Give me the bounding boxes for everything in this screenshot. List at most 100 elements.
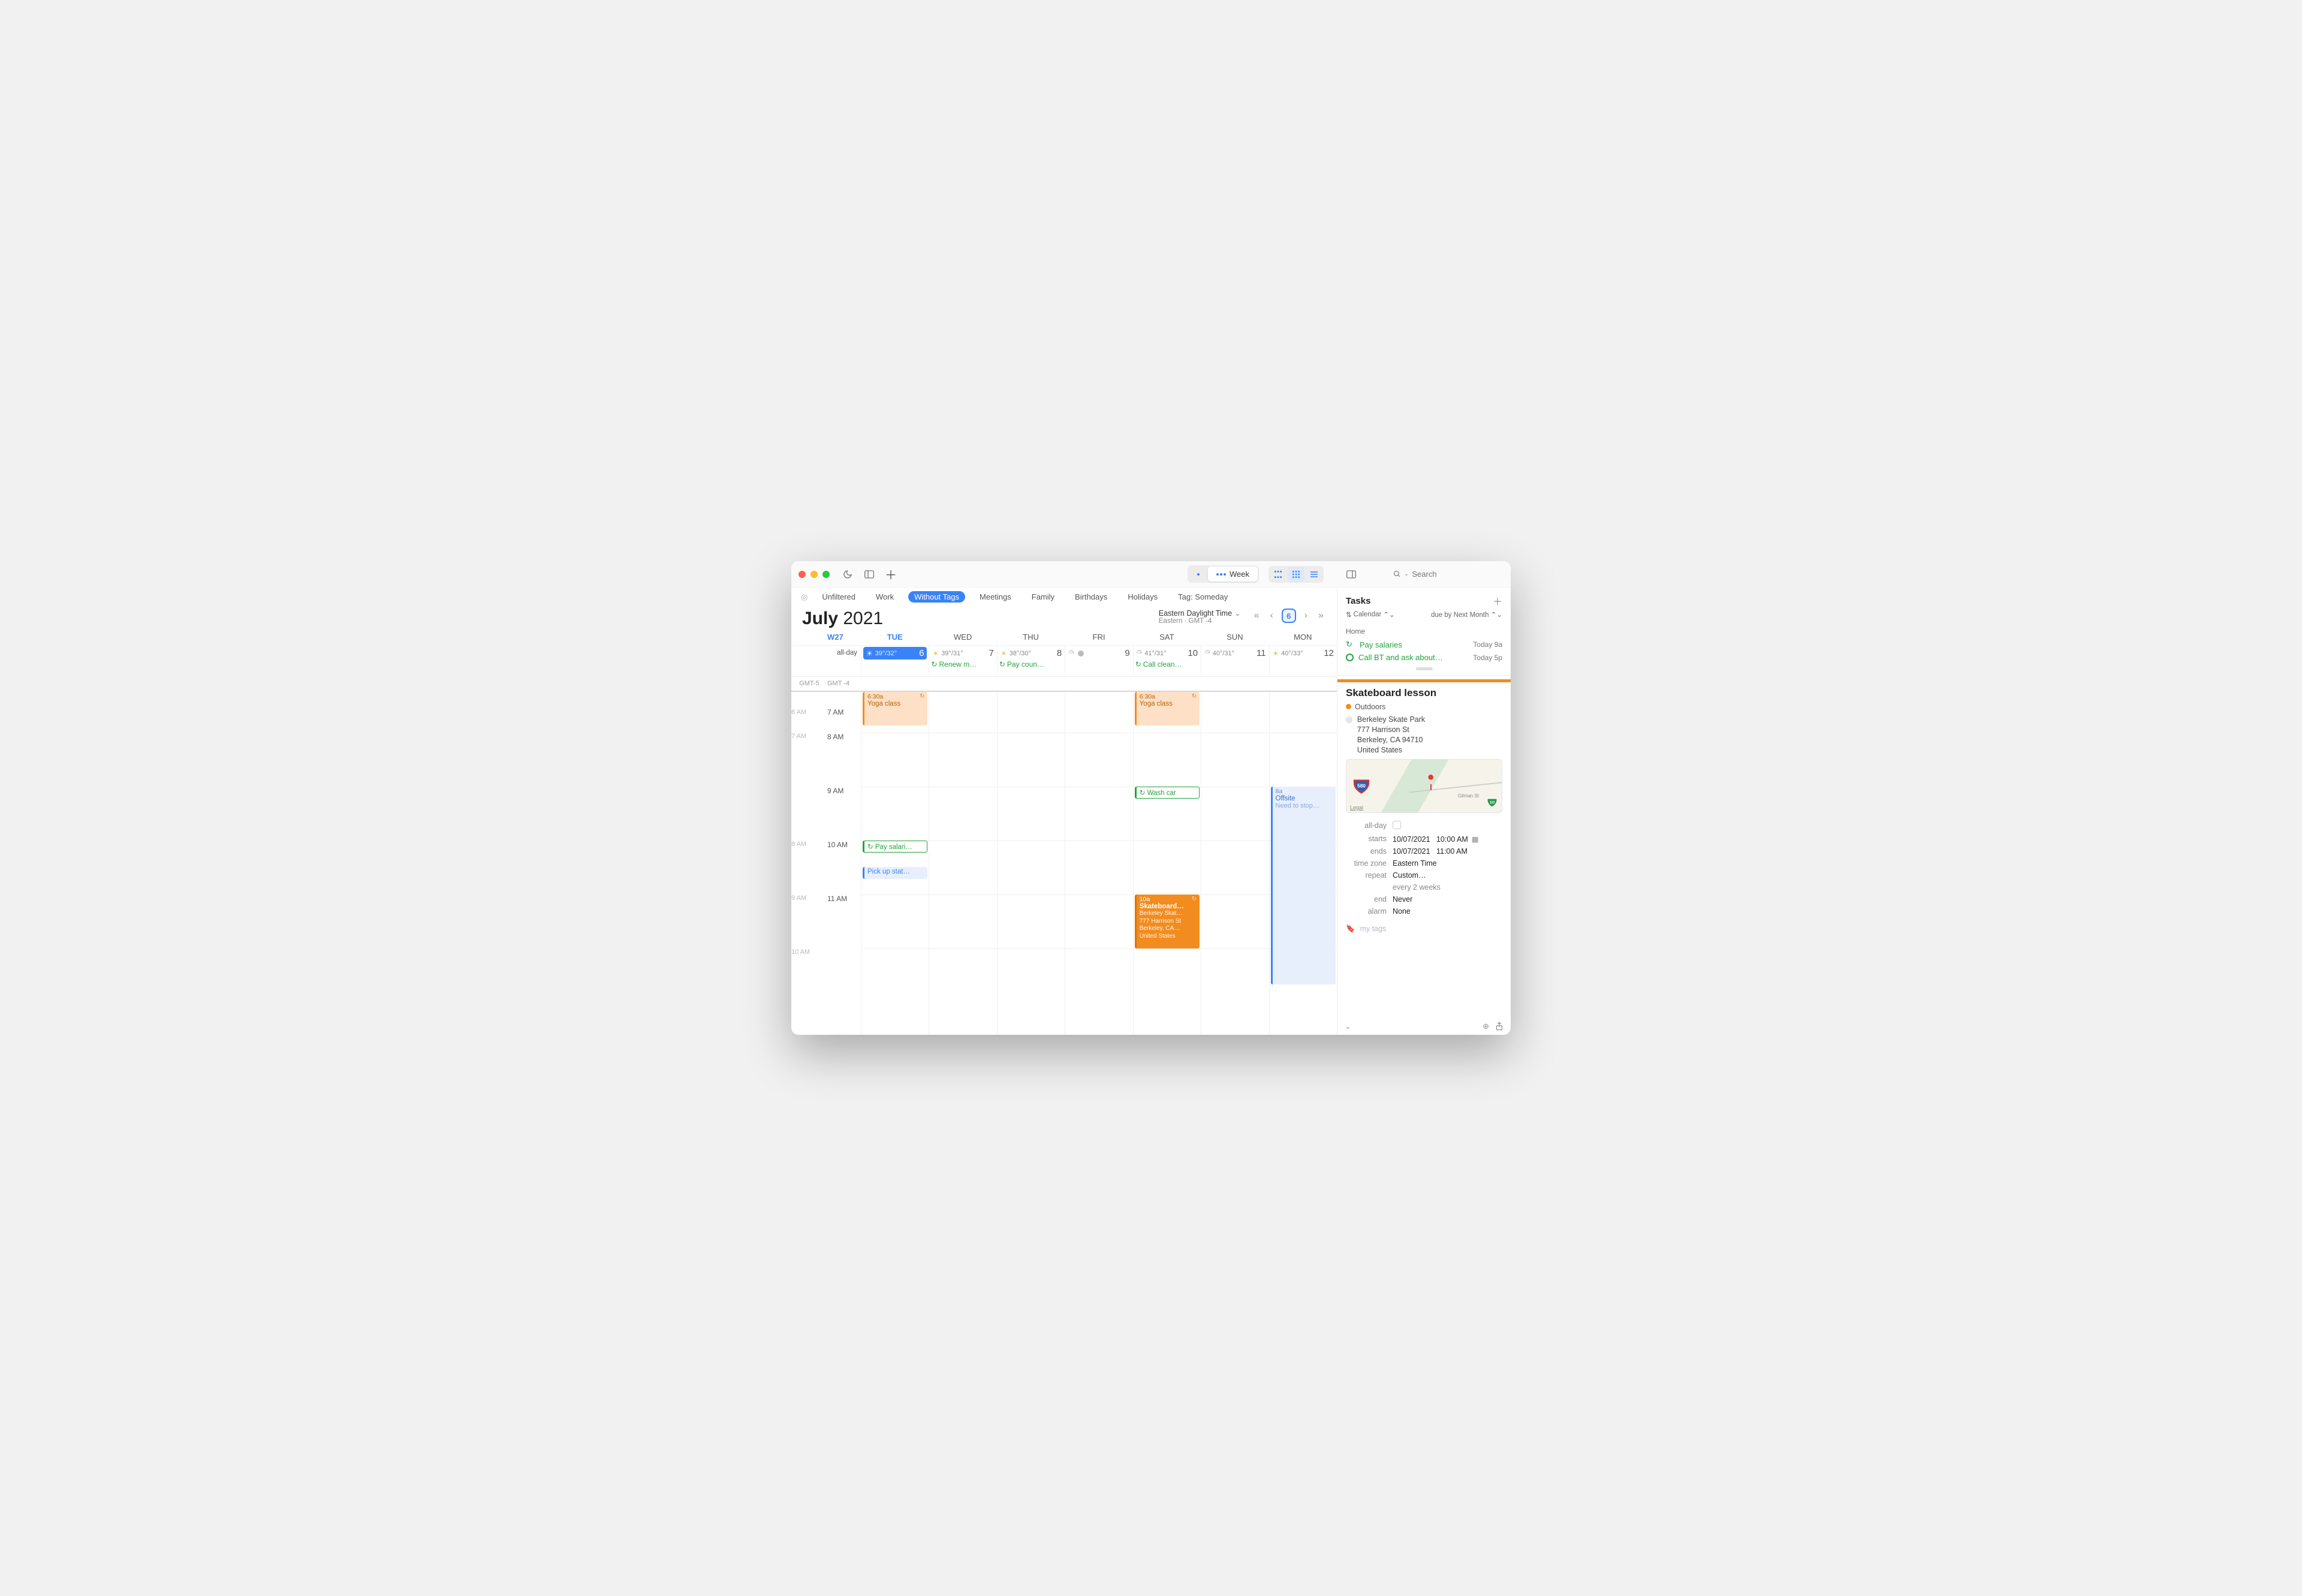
filter-family[interactable]: Family (1026, 591, 1060, 603)
calendar-icon[interactable]: ▦ (1472, 835, 1479, 844)
window-controls (799, 571, 830, 578)
zoom-button[interactable] (822, 571, 830, 578)
task-pay-salaries[interactable]: ↻ Pay salaries Today 9a (1346, 638, 1502, 651)
month-title: July 2021 (802, 609, 883, 629)
allday-wed[interactable]: ☀︎39°/31°7 ↻ Renew m… (929, 646, 996, 676)
col-thu[interactable] (997, 692, 1065, 1035)
date-cell-tue[interactable]: ☀︎ 39°/32° 6 (863, 647, 927, 660)
col-fri[interactable] (1065, 692, 1132, 1035)
allday-sun[interactable]: ⛅︎40°/31°11 (1201, 646, 1268, 676)
col-sat[interactable]: ↻ 6:30a Yoga class ↻ Wash car ↻ 10a Skat… (1133, 692, 1201, 1035)
view-segmented[interactable] (1268, 566, 1324, 583)
allday-task-pay[interactable]: ↻ Pay coun… (999, 660, 1063, 668)
filter-meetings[interactable]: Meetings (974, 591, 1017, 603)
tags-field[interactable]: 🔖 my tags (1346, 925, 1502, 933)
add-subitem-icon[interactable]: ⊕ (1483, 1022, 1489, 1031)
day-head-wed[interactable]: WED (929, 633, 996, 645)
day-head-sat[interactable]: SAT (1133, 633, 1201, 645)
share-icon[interactable] (1495, 1022, 1503, 1031)
titlebar: ＋ Week ⌄ (791, 561, 1511, 588)
map-pin-icon: ● (1427, 770, 1435, 790)
col-wed[interactable] (929, 692, 996, 1035)
event-skate-lesson[interactable]: ↻ 10a Skateboard… Berkeley Skat… 777 Har… (1135, 895, 1200, 948)
sidebar-toggle-icon[interactable] (861, 567, 878, 582)
weekday-header: W27 TUE WED THU FRI SAT SUN MON (791, 629, 1337, 646)
timezone-field[interactable]: Eastern Time (1393, 859, 1502, 868)
filter-holidays[interactable]: Holidays (1122, 591, 1164, 603)
filter-birthdays[interactable]: Birthdays (1069, 591, 1113, 603)
tasks-heading: Tasks (1346, 596, 1370, 606)
collapse-icon[interactable]: ⌄ (1345, 1022, 1351, 1031)
inspector-toggle-icon[interactable] (1343, 567, 1360, 582)
add-task-button[interactable]: ＋ (1493, 594, 1502, 608)
allday-mon[interactable]: ☀︎40°/33°12 (1269, 646, 1337, 676)
detail-calendar[interactable]: Outdoors (1346, 703, 1502, 711)
drag-handle[interactable] (1416, 667, 1433, 670)
day-head-tue[interactable]: TUE (861, 633, 929, 645)
view-small-icon[interactable] (1270, 567, 1286, 582)
tz-alt-label: GMT-5 (791, 680, 827, 687)
filter-work[interactable]: Work (870, 591, 900, 603)
day-segment[interactable] (1189, 567, 1208, 582)
event-yoga-sat[interactable]: ↻ 6:30a Yoga class (1135, 692, 1200, 725)
allday-task-call[interactable]: ↻ Call clean… (1135, 660, 1199, 668)
allday-task-renew[interactable]: ↻ Renew m… (931, 660, 995, 668)
view-list-icon[interactable] (1306, 567, 1322, 582)
nav-next[interactable]: › (1302, 609, 1310, 622)
week-segment[interactable]: Week (1208, 567, 1258, 582)
day-head-fri[interactable]: FRI (1065, 633, 1132, 645)
task-call-bt[interactable]: Call BT and ask about… Today 5p (1346, 651, 1502, 664)
appearance-icon[interactable] (839, 567, 856, 582)
col-sun[interactable] (1201, 692, 1268, 1035)
range-segmented[interactable]: Week (1188, 565, 1259, 583)
allday-thu[interactable]: ☀︎38°/30°8 ↻ Pay coun… (997, 646, 1065, 676)
add-button[interactable]: ＋ (882, 567, 899, 582)
alarm-field[interactable]: None (1393, 907, 1502, 916)
col-tue[interactable]: ↻ 6:30a Yoga class ↻ Pay salari… Pick up… (861, 692, 929, 1035)
filter-unfiltered[interactable]: Unfiltered (816, 591, 861, 603)
event-pay-salaries-tue[interactable]: ↻ Pay salari… (863, 841, 927, 853)
minimize-button[interactable] (810, 571, 818, 578)
allday-tue[interactable]: ☀︎ 39°/32° 6 (861, 646, 929, 676)
nav-prev-far[interactable]: « (1252, 609, 1262, 622)
location-pin-icon: ◎ (1346, 715, 1352, 755)
today-button[interactable]: 6 (1282, 609, 1296, 623)
col-mon[interactable]: 8a Offsite Need to stop… (1269, 692, 1337, 1035)
filter-icon[interactable]: ◎ (801, 592, 807, 602)
timezone-picker[interactable]: Eastern Daylight Time ⌄ Eastern · GMT -4 (1159, 609, 1241, 625)
week-number[interactable]: W27 (827, 633, 843, 642)
day-head-mon[interactable]: MON (1269, 633, 1337, 645)
starts-field[interactable]: 10/07/2021 10:00 AM▦ (1393, 835, 1502, 844)
repeat-end-field[interactable]: Never (1393, 895, 1502, 904)
detail-title[interactable]: Skateboard lesson (1346, 687, 1502, 699)
allday-checkbox[interactable] (1393, 821, 1401, 829)
search-field[interactable]: ⌄ (1390, 568, 1503, 580)
event-pickup-tue[interactable]: Pick up stat… (863, 867, 927, 879)
ends-field[interactable]: 10/07/2021 11:00 AM (1393, 847, 1502, 856)
repeat-field[interactable]: Custom… (1393, 871, 1502, 880)
allday-sat[interactable]: ⛅︎41°/31°10 ↻ Call clean… (1133, 646, 1201, 676)
day-head-thu[interactable]: THU (997, 633, 1065, 645)
repeat-sub: every 2 weeks (1393, 883, 1502, 892)
day-head-sun[interactable]: SUN (1201, 633, 1268, 645)
task-group-label: Home (1346, 624, 1502, 638)
close-button[interactable] (799, 571, 806, 578)
event-offsite[interactable]: 8a Offsite Need to stop… (1271, 787, 1336, 984)
detail-location[interactable]: ◎ Berkeley Skate Park 777 Harrison St Be… (1346, 715, 1502, 755)
search-input[interactable] (1412, 570, 1496, 579)
event-wash-car[interactable]: ↻ Wash car (1135, 787, 1200, 799)
week-label: Week (1230, 570, 1249, 579)
filter-without-tags[interactable]: Without Tags (908, 591, 965, 603)
nav-next-far[interactable]: » (1316, 609, 1326, 622)
view-grid-icon[interactable] (1288, 567, 1304, 582)
allday-fri[interactable]: ⛅︎9 (1065, 646, 1132, 676)
nav-prev[interactable]: ‹ (1267, 609, 1275, 622)
filter-tag-someday[interactable]: Tag: Someday (1172, 591, 1234, 603)
detail-map[interactable]: 580 ● Gilman St 123 Legal (1346, 759, 1502, 813)
right-panel: Tasks ＋ ⇅ Calendar ⌃⌄ due by Next Month … (1337, 588, 1511, 1035)
map-legal-link[interactable]: Legal (1350, 805, 1363, 811)
tasks-sort-right[interactable]: due by Next Month ⌃⌄ (1431, 610, 1502, 619)
time-grid[interactable]: 6 AM 7 AM 8 AM 9 AM 10 AM 7 AM 8 AM 9 AM… (791, 692, 1337, 1035)
tasks-sort-left[interactable]: ⇅ Calendar ⌃⌄ (1346, 610, 1395, 619)
event-yoga-tue[interactable]: ↻ 6:30a Yoga class (863, 692, 927, 725)
